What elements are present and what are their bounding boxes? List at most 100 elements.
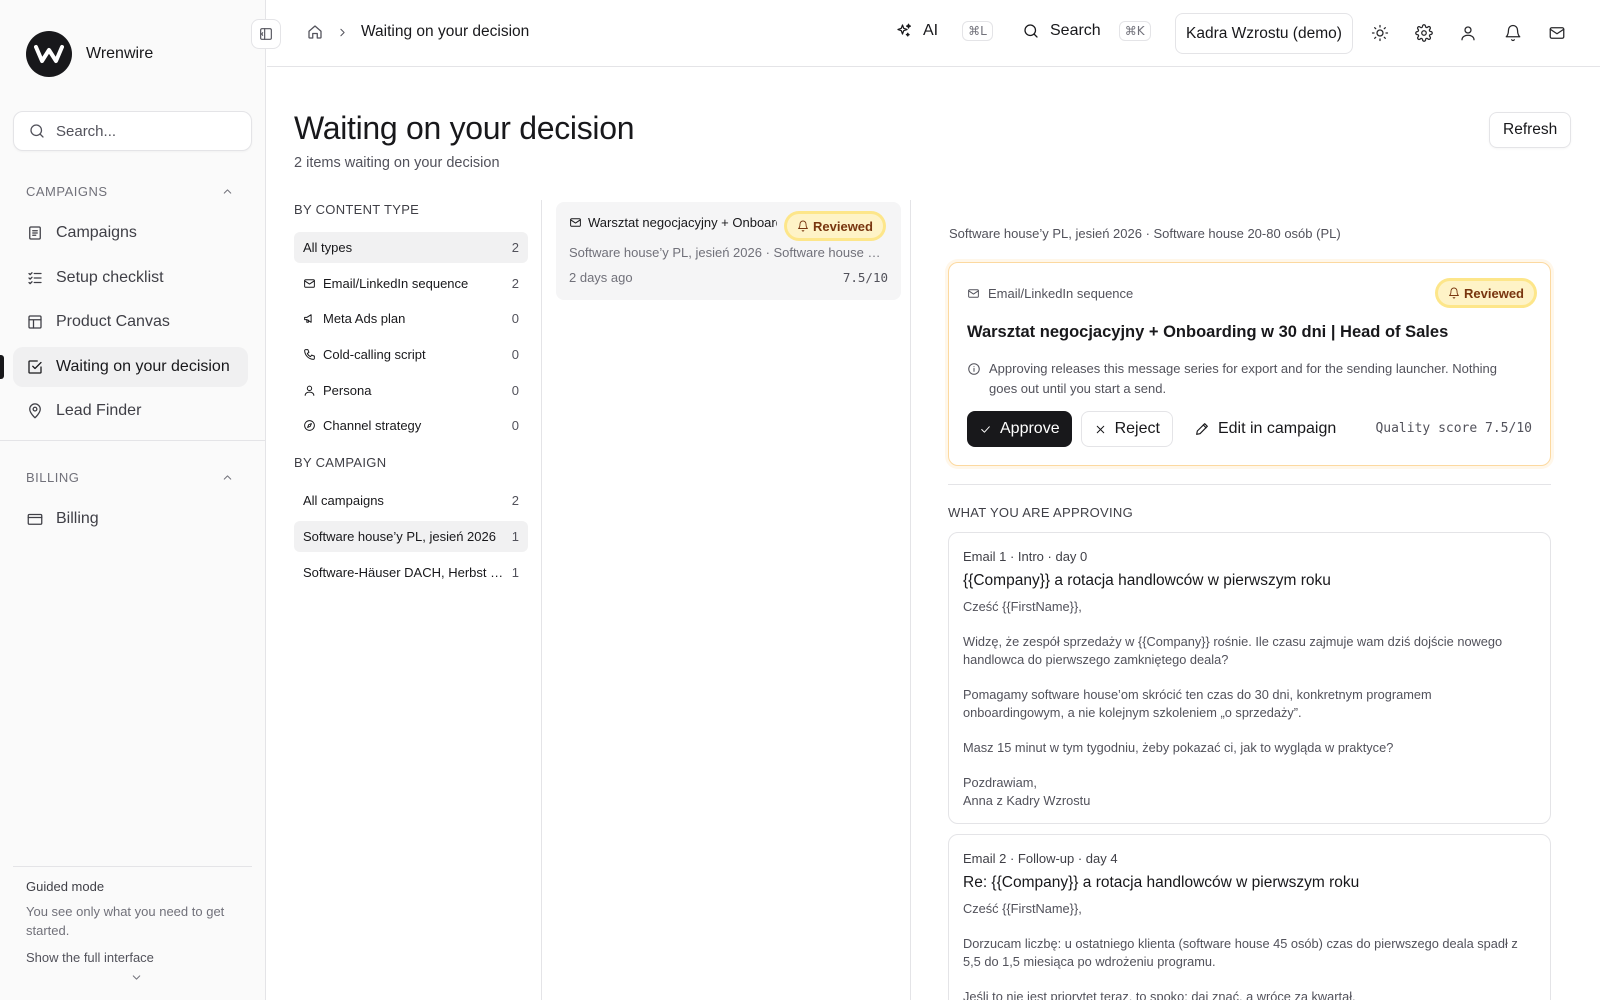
approve-label: Approve bbox=[1000, 420, 1060, 437]
sidebar-item-waiting-on-your-decision[interactable]: Waiting on your decision bbox=[0, 346, 248, 387]
ai-button[interactable]: AI ⌘L bbox=[895, 21, 993, 41]
edit-in-campaign-button[interactable]: Edit in campaign bbox=[1182, 411, 1348, 447]
filter-count: 0 bbox=[511, 418, 519, 434]
sidebar-search-input[interactable]: Search... bbox=[13, 111, 252, 151]
detail-breadcrumb: Software house’y PL, jesień 2026 · Softw… bbox=[949, 226, 1341, 241]
email-subject: {{Company}} a rotacja handlowców w pierw… bbox=[963, 572, 1331, 589]
decision-info: Approving releases this message series f… bbox=[967, 359, 1507, 399]
topbar: Waiting on your decision AI ⌘L Search ⌘K… bbox=[267, 0, 1600, 67]
queue-item-meta: Software house’y PL, jesień 2026 · Softw… bbox=[569, 245, 886, 260]
approving-heading: WHAT YOU ARE APPROVING bbox=[948, 505, 1134, 520]
guided-mode-title: Guided mode bbox=[26, 879, 105, 894]
queue-item-title-row: Warsztat negocjacyjny + Onboarding w 30 … bbox=[569, 215, 777, 230]
breadcrumb-current: Waiting on your decision bbox=[361, 23, 530, 40]
sidebar-item-label: Billing bbox=[56, 510, 99, 527]
filter-campaign-software-house-pl[interactable]: Software house’y PL, jesień 2026 1 bbox=[294, 521, 528, 553]
search-button[interactable]: Search ⌘K bbox=[1022, 21, 1151, 41]
badge-label: Reviewed bbox=[1464, 285, 1524, 301]
search-label: Search bbox=[1050, 22, 1101, 39]
mail-icon bbox=[570, 218, 581, 227]
brand[interactable]: Wrenwire bbox=[26, 31, 153, 77]
search-icon bbox=[1024, 24, 1038, 38]
content-type-label: Email/LinkedIn sequence bbox=[988, 286, 1134, 301]
reject-button[interactable]: Reject bbox=[1080, 411, 1173, 447]
email-step-label: Email 2 · Follow-up · day 4 bbox=[963, 851, 1118, 866]
page-subtitle: 2 items waiting on your decision bbox=[294, 155, 500, 171]
chevron-down-icon[interactable] bbox=[130, 971, 143, 984]
queue-item-age: 2 days ago bbox=[569, 270, 633, 285]
filter-count: 1 bbox=[511, 529, 519, 545]
sidebar-search-placeholder: Search... bbox=[56, 122, 117, 140]
sidebar-item-campaigns[interactable]: Campaigns bbox=[13, 213, 248, 253]
approve-button[interactable]: Approve bbox=[967, 411, 1072, 447]
sidebar: Wrenwire Search... CAMPAIGNS Campaigns S… bbox=[0, 0, 266, 1000]
filter-campaign-software-hauser-dach[interactable]: Software-Häuser DACH, Herbst 2026 1 bbox=[294, 557, 528, 588]
filter-type-all[interactable]: All types 2 bbox=[294, 232, 528, 263]
decision-title: Warsztat negocjacyjny + Onboarding w 30 … bbox=[967, 323, 1449, 341]
home-icon[interactable] bbox=[306, 23, 324, 41]
sidebar-item-product-canvas[interactable]: Product Canvas bbox=[13, 302, 248, 342]
section-billing-title: BILLING bbox=[26, 470, 80, 485]
sidebar-item-billing[interactable]: Billing bbox=[13, 499, 248, 539]
section-campaigns-toggle[interactable]: CAMPAIGNS bbox=[26, 184, 234, 199]
list-icon bbox=[29, 226, 41, 240]
sun-icon[interactable] bbox=[1371, 24, 1389, 42]
close-icon bbox=[1096, 425, 1104, 433]
filter-type-heading: BY CONTENT TYPE bbox=[294, 202, 420, 217]
bell-icon[interactable] bbox=[1504, 24, 1522, 42]
email-body: Cześć {{FirstName}}, Dorzucam liczbę: u … bbox=[963, 901, 1518, 1000]
filter-campaign-heading: BY CAMPAIGN bbox=[294, 455, 387, 471]
column-divider bbox=[541, 200, 542, 1000]
filter-count: 0 bbox=[511, 347, 519, 363]
filter-label: Meta Ads plan bbox=[323, 311, 406, 327]
breadcrumb: Waiting on your decision bbox=[306, 23, 529, 41]
mail-icon bbox=[304, 278, 315, 288]
sidebar-item-label: Lead Finder bbox=[56, 402, 142, 419]
checklist-icon bbox=[28, 271, 42, 284]
map-pin-icon bbox=[29, 403, 41, 419]
user-icon bbox=[304, 385, 315, 396]
filter-label: Cold-calling script bbox=[323, 347, 426, 363]
sidebar-item-setup-checklist[interactable]: Setup checklist bbox=[13, 258, 248, 298]
detail-divider bbox=[948, 484, 1551, 485]
decision-info-text: Approving releases this message series f… bbox=[989, 361, 1498, 396]
edit-label: Edit in campaign bbox=[1217, 420, 1337, 437]
mail-icon[interactable] bbox=[1548, 24, 1566, 42]
filter-label: Software house’y PL, jesień 2026 bbox=[303, 529, 496, 545]
section-billing-toggle[interactable]: BILLING bbox=[26, 470, 234, 485]
badge-label: Reviewed bbox=[813, 218, 873, 234]
mail-icon bbox=[968, 289, 979, 298]
filter-count: 0 bbox=[511, 382, 519, 398]
filter-campaign-all[interactable]: All campaigns 2 bbox=[294, 485, 528, 516]
bell-icon bbox=[798, 220, 808, 232]
quality-score: Quality score 7.5/10 bbox=[1375, 421, 1532, 436]
phone-icon bbox=[304, 349, 315, 360]
refresh-button[interactable]: Refresh bbox=[1489, 112, 1572, 148]
filter-type-persona[interactable]: Persona 0 bbox=[294, 375, 528, 406]
sidebar-item-label: Setup checklist bbox=[56, 268, 164, 286]
email-subject: Re: {{Company}} a rotacja handlowców w p… bbox=[963, 874, 1360, 891]
sidebar-collapse-button[interactable] bbox=[251, 19, 281, 49]
filter-label: Channel strategy bbox=[323, 418, 422, 434]
page-title: Waiting on your decision bbox=[294, 110, 635, 146]
sidebar-item-label: Campaigns bbox=[56, 224, 137, 241]
sidebar-item-lead-finder[interactable]: Lead Finder bbox=[13, 391, 248, 431]
column-divider bbox=[910, 200, 911, 1000]
reject-label: Reject bbox=[1114, 420, 1160, 437]
filter-count: 1 bbox=[511, 564, 519, 580]
bell-icon bbox=[1449, 287, 1459, 299]
filter-type-cold-calling[interactable]: Cold-calling script 0 bbox=[294, 339, 528, 370]
queue-item-score: 7.5/10 bbox=[842, 270, 888, 285]
workspace-switcher[interactable]: Kadra Wzrostu (demo) bbox=[1175, 13, 1353, 54]
filter-type-email-linkedin[interactable]: Email/LinkedIn sequence 2 bbox=[294, 268, 528, 299]
user-icon[interactable] bbox=[1459, 24, 1477, 42]
email-preview-card: Email 2 · Follow-up · day 4 Re: {{Compan… bbox=[948, 834, 1551, 1000]
megaphone-icon bbox=[304, 314, 312, 324]
campaigns-nav: Campaigns Setup checklist Product Canvas… bbox=[0, 213, 248, 436]
gear-icon[interactable] bbox=[1415, 24, 1433, 42]
filter-type-meta-ads[interactable]: Meta Ads plan 0 bbox=[294, 303, 528, 334]
queue-item[interactable]: Warsztat negocjacyjny + Onboarding w 30 … bbox=[556, 202, 901, 300]
filter-type-channel-strategy[interactable]: Channel strategy 0 bbox=[294, 410, 528, 441]
show-full-interface-link[interactable]: Show the full interface bbox=[26, 950, 239, 965]
filters-panel: BY CONTENT TYPE All types 2 Email/Linked… bbox=[294, 202, 528, 593]
